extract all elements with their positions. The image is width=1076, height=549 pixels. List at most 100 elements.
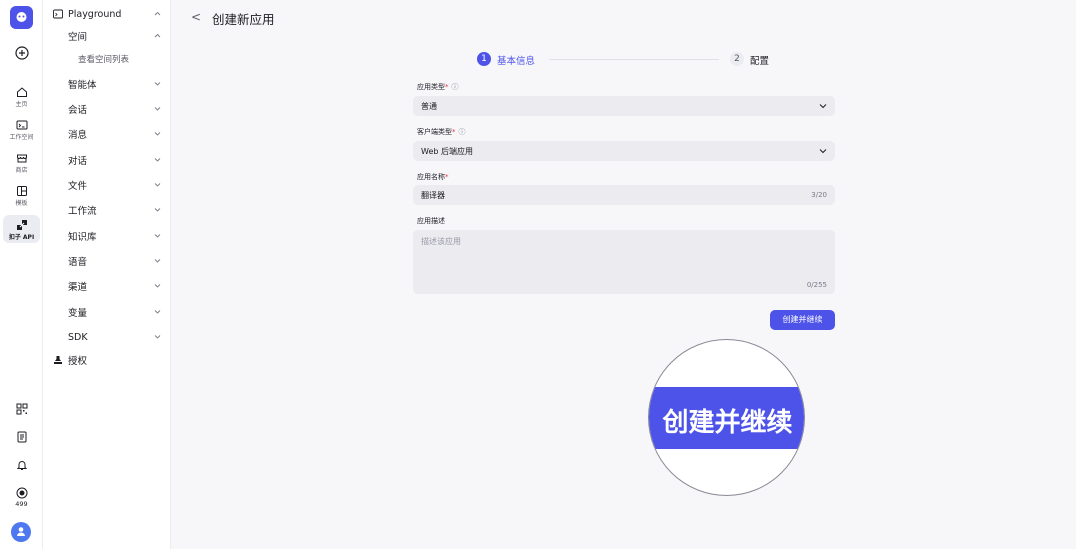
- nav-item-auth[interactable]: 授权: [43, 350, 171, 370]
- chevron-down-icon: [154, 208, 161, 212]
- app-logo[interactable]: [10, 6, 33, 29]
- rail-item-store[interactable]: 商店: [0, 152, 43, 174]
- chevron-down-icon: [154, 82, 161, 86]
- stepper: 1 基本信息 2 配置: [477, 52, 775, 68]
- required-mark: *: [452, 128, 456, 136]
- nav-item-label: 消息: [68, 130, 88, 141]
- nav-item-label: 工作流: [68, 206, 97, 217]
- main-content: < 创建新应用 1 基本信息 2 配置 应用类型* ⓘ 普通 客户端类型* ⓘ We…: [171, 0, 1076, 549]
- playground-icon: [53, 9, 63, 19]
- client-type-label: 客户端类型* ⓘ: [417, 127, 466, 137]
- chevron-down-icon: [154, 234, 161, 238]
- avatar[interactable]: [11, 522, 31, 542]
- label-text: 客户端类型: [417, 128, 452, 136]
- chevron-down-icon: [154, 132, 161, 136]
- info-icon[interactable]: ⓘ: [459, 128, 466, 136]
- document-icon: [17, 431, 26, 443]
- nav-item-label: 空间: [68, 32, 88, 43]
- home-icon: [16, 87, 27, 97]
- chevron-down-icon: [154, 335, 161, 339]
- chevron-down-icon: [154, 259, 161, 263]
- char-count: 0/255: [806, 281, 827, 289]
- label-text: 应用名称: [417, 173, 445, 181]
- nav-item-variable[interactable]: 变量: [43, 302, 171, 322]
- chevron-down-icon: [154, 107, 161, 111]
- info-icon[interactable]: ⓘ: [452, 83, 459, 91]
- chevron-down-icon: [154, 158, 161, 162]
- nav-item-chat[interactable]: 对话: [43, 150, 171, 170]
- terminal-icon: [16, 120, 27, 130]
- app-type-label: 应用类型* ⓘ: [417, 82, 459, 92]
- rail-item-api[interactable]: 扣子 API: [3, 215, 40, 243]
- bell-icon: [16, 461, 27, 470]
- template-icon: [16, 186, 27, 196]
- nav-item-agent[interactable]: 智能体: [43, 74, 171, 94]
- rail-label-api: 扣子 API: [8, 234, 35, 241]
- page-title: 创建新应用: [212, 12, 275, 27]
- zoom-callout: 创建并继续: [648, 339, 805, 496]
- credits-button[interactable]: 499: [0, 487, 43, 508]
- step-number: 2: [730, 52, 744, 66]
- nav-section-playground[interactable]: Playground: [43, 4, 171, 24]
- chevron-up-icon: [154, 11, 161, 16]
- coin-icon: [16, 487, 27, 499]
- notification-button[interactable]: [0, 459, 43, 471]
- step-label: 配置: [750, 56, 770, 67]
- char-count: 3/20: [811, 191, 827, 199]
- step-label: 基本信息: [497, 56, 536, 67]
- nav-item-knowledge[interactable]: 知识库: [43, 226, 171, 246]
- required-mark: *: [445, 83, 449, 91]
- qr-button[interactable]: [0, 403, 43, 415]
- rail-item-template[interactable]: 模板: [0, 185, 43, 207]
- nav-item-label: 智能体: [68, 80, 97, 91]
- create-continue-button[interactable]: 创建并继续: [770, 310, 835, 330]
- nav-item-label: 授权: [68, 356, 88, 367]
- qr-code-icon: [16, 403, 27, 415]
- nav-item-label: SDK: [68, 331, 88, 343]
- nav-item-conversation[interactable]: 会话: [43, 99, 171, 119]
- nav-item-label: 变量: [68, 308, 88, 319]
- nav-item-voice[interactable]: 语音: [43, 251, 171, 271]
- rail-item-workspace[interactable]: 工作空间: [0, 119, 43, 141]
- label-text: 应用类型: [417, 83, 445, 91]
- app-type-select[interactable]: 普通: [413, 96, 835, 116]
- nav-item-space-list[interactable]: 查看空间列表: [43, 49, 171, 69]
- icon-rail: 主页 工作空间 商店 模板 扣子 API 499: [0, 0, 43, 549]
- plus-circle-icon: [14, 46, 29, 60]
- input-value: 翻译器: [421, 191, 445, 200]
- nav-item-channel[interactable]: 渠道: [43, 276, 171, 296]
- required-mark: *: [445, 173, 449, 181]
- app-desc-textarea[interactable]: 描述该应用 0/255: [413, 230, 835, 294]
- back-button[interactable]: <: [191, 10, 201, 24]
- nav-item-label: 语音: [68, 257, 88, 268]
- app-name-input[interactable]: 翻译器 3/20: [413, 185, 835, 205]
- store-icon: [16, 154, 27, 163]
- create-button[interactable]: [0, 46, 43, 60]
- nav-item-sdk[interactable]: SDK: [43, 327, 171, 347]
- docs-button[interactable]: [0, 431, 43, 443]
- step-number: 1: [477, 52, 491, 66]
- user-icon: [17, 527, 25, 536]
- rail-item-home[interactable]: 主页: [0, 86, 43, 108]
- nav-item-file[interactable]: 文件: [43, 175, 171, 195]
- step-connector: [549, 59, 719, 60]
- chevron-up-icon: [154, 33, 161, 38]
- rail-label-home: 主页: [15, 101, 28, 108]
- nav-item-workflow[interactable]: 工作流: [43, 200, 171, 220]
- select-value: Web 后端应用: [421, 147, 473, 156]
- chevron-down-icon: [154, 284, 161, 288]
- rail-label-template: 模板: [15, 200, 28, 207]
- client-type-select[interactable]: Web 后端应用: [413, 141, 835, 161]
- nav-item-space[interactable]: 空间: [43, 26, 171, 46]
- nav-item-label: 文件: [68, 181, 88, 192]
- nav-item-message[interactable]: 消息: [43, 124, 171, 144]
- chevron-down-icon: [819, 104, 827, 109]
- nav-item-label: 对话: [68, 156, 88, 167]
- nav-item-label: 查看空间列表: [78, 55, 130, 65]
- nav-item-label: 会话: [68, 105, 88, 116]
- rail-label-workspace: 工作空间: [9, 134, 34, 141]
- chevron-down-icon: [154, 183, 161, 187]
- select-value: 普通: [421, 102, 437, 111]
- credits-count: 499: [15, 500, 28, 508]
- chevron-down-icon: [154, 310, 161, 314]
